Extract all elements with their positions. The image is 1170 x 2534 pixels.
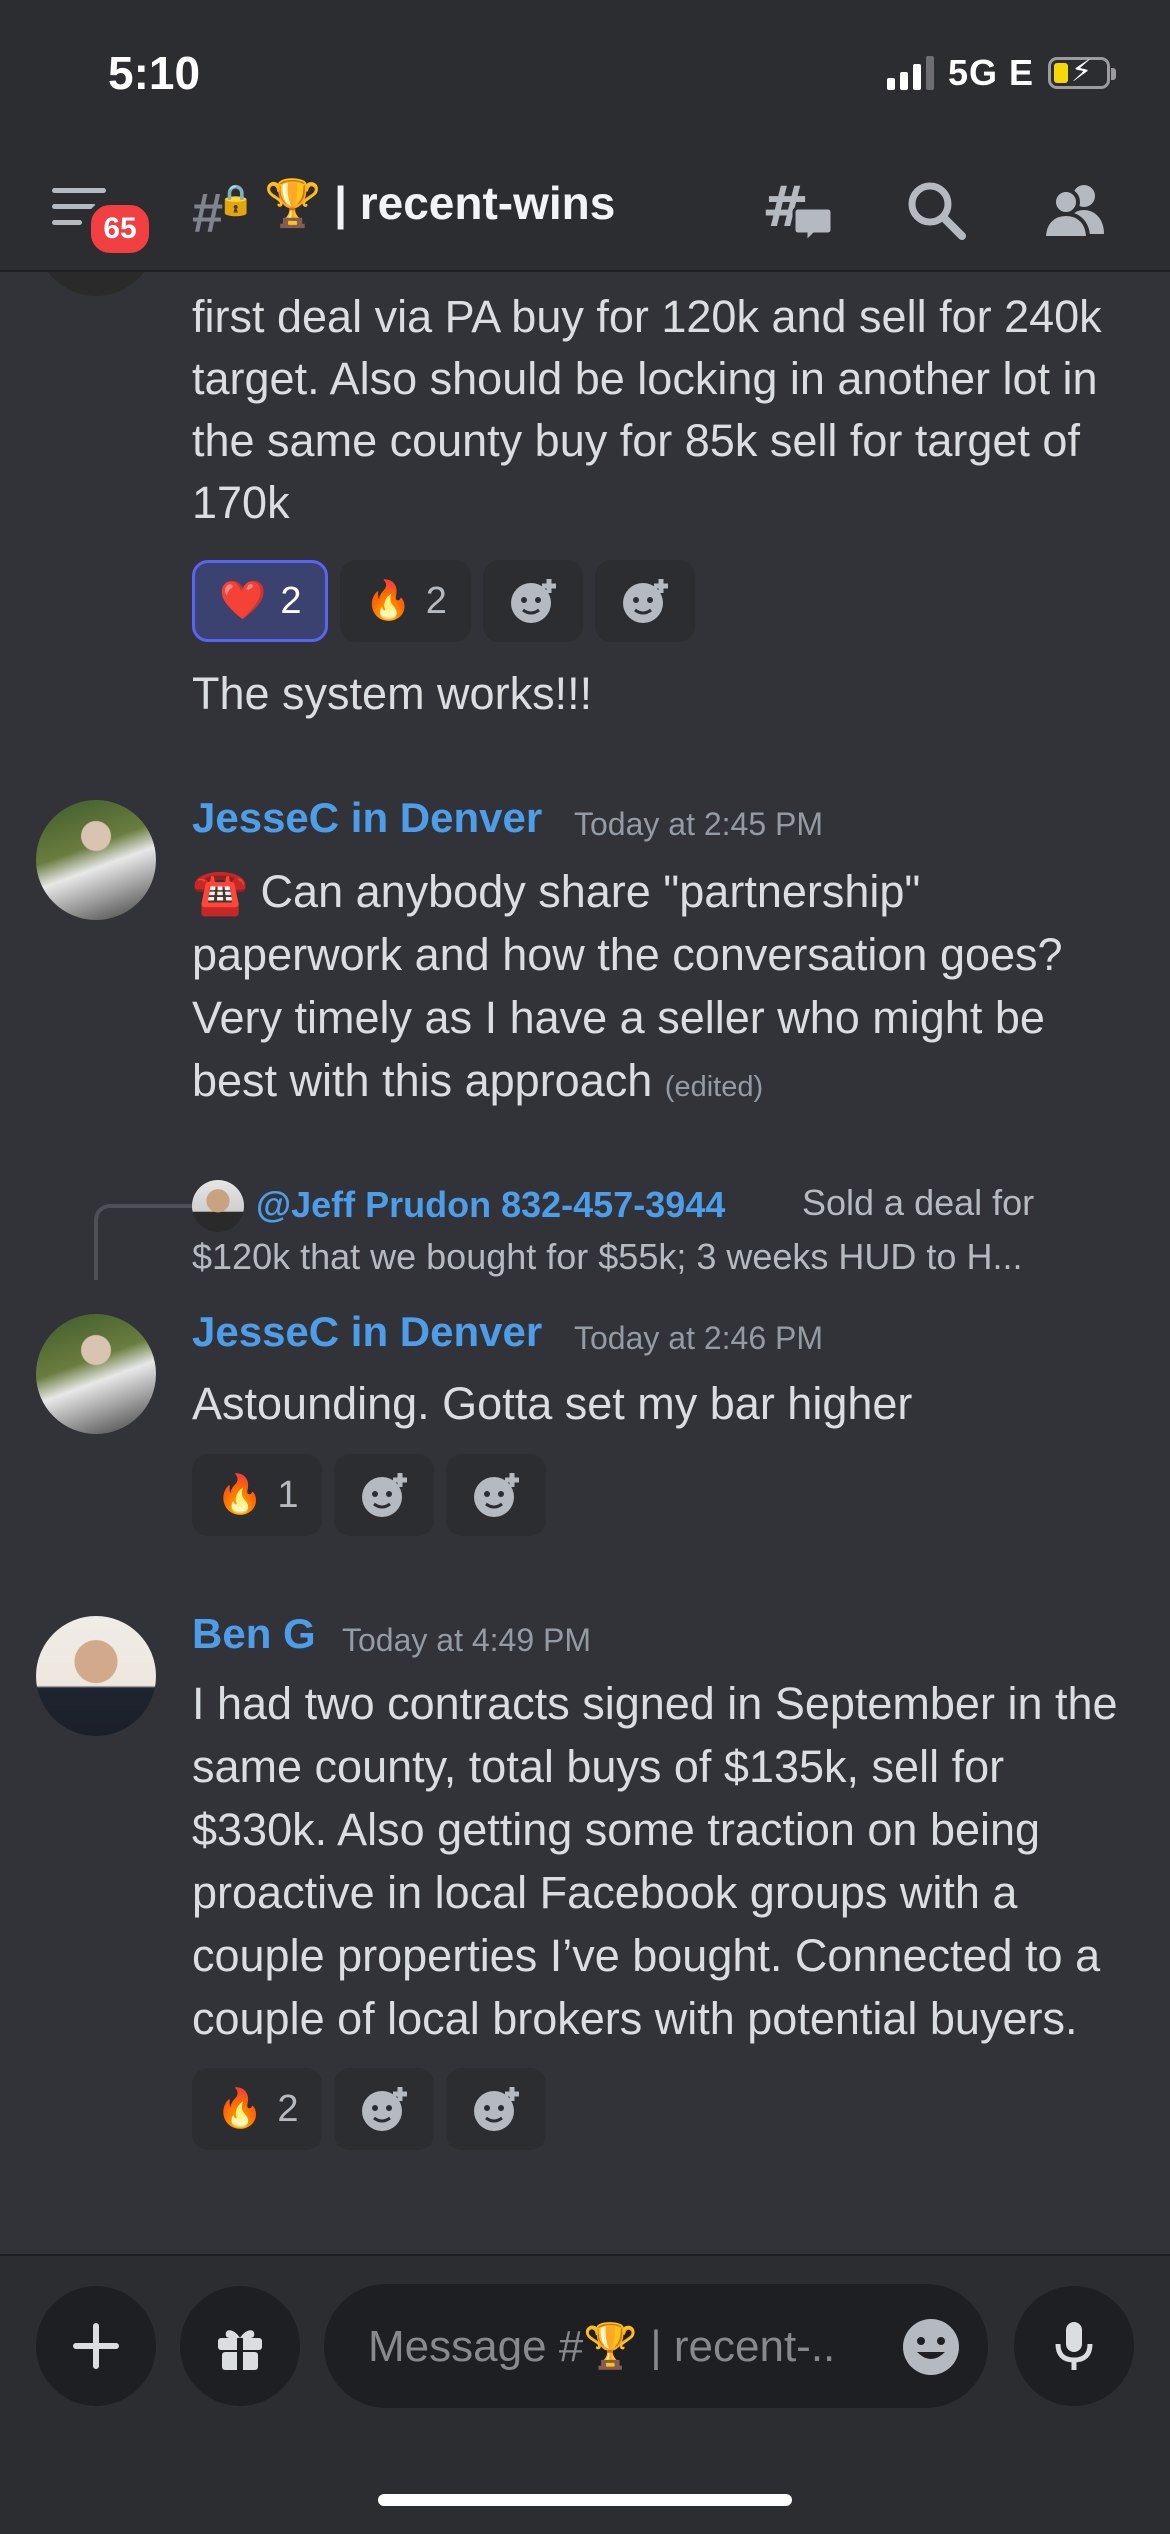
message-text: ☎️ Can anybody share "partnership" paper… <box>192 860 1132 1119</box>
reply-mention[interactable]: @Jeff Prudon 832-457-3944 <box>256 1184 725 1226</box>
search-icon[interactable] <box>900 174 972 246</box>
plus-icon <box>73 2323 119 2369</box>
reaction-fire[interactable]: 🔥 2 <box>192 2068 323 2150</box>
avatar[interactable] <box>36 1314 156 1434</box>
reaction-heart[interactable]: ❤️ 2 <box>192 560 329 642</box>
heart-emoji: ❤️ <box>219 580 267 622</box>
add-reaction-button[interactable] <box>594 560 695 642</box>
message-body: Can anybody share "partnership" paperwor… <box>192 866 1063 1106</box>
home-indicator[interactable] <box>378 2494 792 2506</box>
message-text: first deal via PA buy for 120k and sell … <box>192 291 1102 528</box>
message-text: Astounding. Gotta set my bar higher <box>192 1378 913 1429</box>
timestamp: Today at 2:46 PM <box>574 1320 824 1356</box>
reaction-count: 2 <box>425 579 447 622</box>
channel-name: | recent-wins <box>334 177 616 229</box>
author-name[interactable]: JesseC in Denver <box>192 1308 542 1356</box>
super-reaction-icon <box>362 2087 408 2131</box>
add-super-reaction-button[interactable] <box>482 560 583 642</box>
reaction-count: 1 <box>277 1473 299 1516</box>
reaction-bar: ❤️ 2 🔥 2 <box>192 560 695 642</box>
gift-button[interactable] <box>180 2286 300 2406</box>
signal-icon <box>886 56 934 90</box>
message-text: I had two contracts signed in September … <box>192 1678 1118 2044</box>
reaction-fire[interactable]: 🔥 2 <box>340 560 471 642</box>
author-name[interactable]: JesseC in Denver <box>192 794 542 842</box>
author-name[interactable]: Ben G <box>192 1610 316 1658</box>
add-reaction-button[interactable] <box>446 2068 547 2150</box>
message-input[interactable]: Message #🏆 | recent-.. <box>324 2284 988 2408</box>
avatar[interactable] <box>36 800 156 920</box>
reaction-count: 2 <box>280 579 302 622</box>
status-time: 5:10 <box>108 47 201 99</box>
reply-avatar <box>192 1180 244 1232</box>
reaction-bar: 🔥 2 <box>192 2068 547 2150</box>
timestamp: Today at 2:45 PM <box>574 806 824 842</box>
members-icon[interactable] <box>1040 174 1112 246</box>
add-attachment-button[interactable] <box>36 2286 156 2406</box>
network-label: 5G E <box>947 52 1034 93</box>
channel-title[interactable]: 🏆 | recent-wins <box>264 176 615 231</box>
locked-channel-icon: #🔒 <box>192 181 255 244</box>
gift-icon <box>218 2330 262 2370</box>
status-bar: 5:10 5G E ⚡ <box>0 0 1170 150</box>
status-indicators: 5G E ⚡ <box>886 52 1116 94</box>
add-reaction-icon <box>622 579 668 623</box>
add-super-reaction-button[interactable] <box>334 1454 435 1536</box>
battery-icon: ⚡ <box>1048 55 1116 89</box>
message-list[interactable]: first deal via PA buy for 120k and sell … <box>0 272 1170 2252</box>
edited-label: (edited) <box>664 1071 764 1103</box>
message-composer: Message #🏆 | recent-.. <box>0 2254 1170 2534</box>
reply-connector <box>94 1204 194 1280</box>
add-super-reaction-button[interactable] <box>334 2068 435 2150</box>
channel-header: 65 #🔒 🏆 | recent-wins # <box>0 150 1170 272</box>
microphone-icon <box>1055 2322 1093 2370</box>
reply-preview-line2[interactable]: $120k that we bought for $55k; 3 weeks H… <box>192 1230 1132 1284</box>
reaction-bar: 🔥 1 <box>192 1454 547 1536</box>
add-reaction-icon <box>474 2087 520 2131</box>
threads-icon[interactable]: # <box>760 174 832 246</box>
emoji-icon[interactable] <box>900 2316 962 2378</box>
reaction-fire[interactable]: 🔥 1 <box>192 1454 323 1536</box>
add-reaction-icon <box>474 1473 520 1517</box>
fire-emoji: 🔥 <box>216 1474 264 1516</box>
reply-preview-line1[interactable]: Sold a deal for <box>802 1176 1132 1230</box>
add-reaction-button[interactable] <box>446 1454 547 1536</box>
fire-emoji: 🔥 <box>216 2088 264 2130</box>
super-reaction-icon <box>362 1473 408 1517</box>
reaction-count: 2 <box>277 2087 299 2130</box>
voice-message-button[interactable] <box>1014 2286 1134 2406</box>
avatar[interactable] <box>36 1616 156 1736</box>
telephone-emoji: ☎️ <box>192 866 249 917</box>
channel-emoji: 🏆 <box>264 177 322 229</box>
avatar[interactable] <box>36 272 156 296</box>
timestamp: Today at 4:49 PM <box>342 1622 592 1658</box>
message-placeholder: Message #🏆 | recent-.. <box>368 2322 836 2371</box>
message-text: The system works!!! <box>192 668 593 719</box>
super-reaction-icon <box>510 579 556 623</box>
fire-emoji: 🔥 <box>364 580 412 622</box>
notification-badge: 65 <box>86 200 154 258</box>
